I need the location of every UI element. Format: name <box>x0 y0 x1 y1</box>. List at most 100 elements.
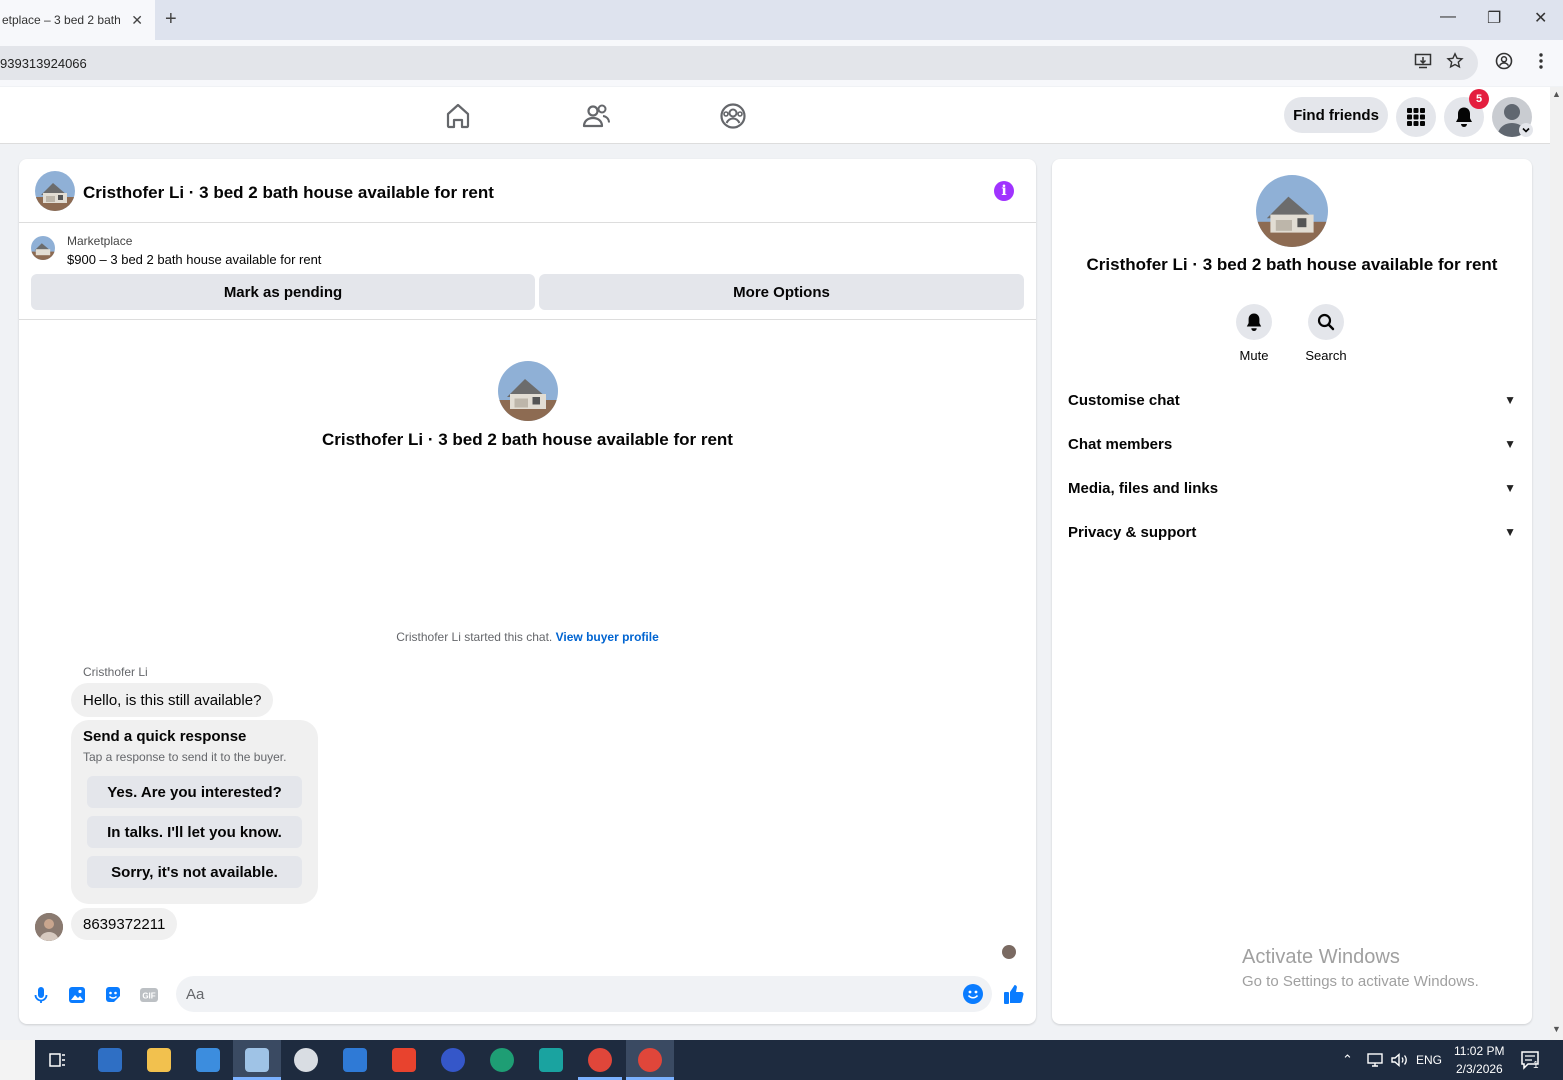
search-button[interactable]: Search <box>1296 304 1356 363</box>
message-bubble[interactable]: 8639372211 <box>71 908 178 940</box>
computer-app-icon[interactable] <box>98 1048 122 1072</box>
chat-header: Cristhofer Li · 3 bed 2 bath house avail… <box>19 159 1036 223</box>
sender-avatar[interactable] <box>35 913 63 941</box>
sender-name: Cristhofer Li <box>83 665 148 679</box>
sticker-icon[interactable] <box>103 985 123 1005</box>
chat-members-section[interactable]: Chat members ▼ <box>1068 432 1516 456</box>
activate-windows-watermark: Activate Windows Go to Settings to activ… <box>1242 946 1479 990</box>
section-label: Chat members <box>1068 435 1173 453</box>
new-tab-button[interactable]: + <box>165 8 177 31</box>
chat-details-panel: Cristhofer Li · 3 bed 2 bath house avail… <box>1052 159 1532 1024</box>
close-window-icon[interactable]: ✕ <box>1534 8 1547 28</box>
watermark-line-1: Activate Windows <box>1242 946 1400 968</box>
person-photo-icon <box>35 913 63 941</box>
menu-grid-icon <box>1407 108 1425 126</box>
conversation-title: Cristhofer Li · 3 bed 2 bath house avail… <box>322 430 733 449</box>
details-avatar <box>1256 175 1328 247</box>
paint-app-icon[interactable] <box>294 1048 318 1072</box>
house-photo-icon <box>35 171 75 211</box>
quick-response-option[interactable]: Yes. Are you interested? <box>87 776 302 808</box>
clock-time[interactable]: 11:02 PM <box>1454 1044 1504 1058</box>
language-indicator[interactable]: ENG <box>1416 1053 1442 1067</box>
privacy-support-section[interactable]: Privacy & support ▼ <box>1068 520 1516 544</box>
svg-text:GIF: GIF <box>142 992 155 1001</box>
quick-response-card: Send a quick response Tap a response to … <box>71 720 318 904</box>
details-title: Cristhofer Li · 3 bed 2 bath house avail… <box>1086 255 1498 274</box>
photo-icon[interactable] <box>67 985 87 1005</box>
house-photo-large-icon <box>498 361 558 421</box>
watermark-line-2: Go to Settings to activate Windows. <box>1242 973 1479 990</box>
microphone-icon[interactable] <box>31 985 51 1005</box>
clock-date[interactable]: 2/3/2026 <box>1456 1062 1503 1076</box>
bookmark-star-icon[interactable] <box>1446 52 1464 70</box>
info-icon[interactable]: i <box>994 181 1014 201</box>
listing-thumbnail[interactable] <box>31 236 55 260</box>
minimize-icon[interactable]: — <box>1440 8 1456 26</box>
quick-response-option[interactable]: In talks. I'll let you know. <box>87 816 302 848</box>
file-explorer-icon[interactable] <box>147 1048 171 1072</box>
find-friends-button[interactable]: Find friends <box>1284 97 1388 133</box>
message-composer[interactable] <box>176 976 992 1012</box>
divider <box>19 319 1036 320</box>
windows-taskbar: ⌃ ENG 11:02 PM 2/3/2026 1 <box>0 1040 1563 1080</box>
listing-summary[interactable]: $900 – 3 bed 2 bath house available for … <box>67 252 321 267</box>
profile-icon[interactable] <box>1495 52 1513 70</box>
bell-icon <box>1456 107 1472 127</box>
browser-app-icon[interactable] <box>441 1048 465 1072</box>
browser-tab[interactable]: etplace – 3 bed 2 bath ✕ <box>0 0 155 40</box>
app-s-icon[interactable] <box>539 1048 563 1072</box>
home-icon[interactable] <box>443 101 473 131</box>
menu-button[interactable] <box>1396 97 1436 137</box>
chrome-icon[interactable] <box>588 1048 612 1072</box>
mark-as-pending-button[interactable]: Mark as pending <box>31 274 535 310</box>
task-view-icon[interactable] <box>48 1051 68 1069</box>
volume-icon[interactable] <box>1390 1052 1408 1068</box>
scroll-up-icon[interactable]: ▲ <box>1552 89 1561 99</box>
tray-chevron-up-icon[interactable]: ⌃ <box>1342 1052 1353 1068</box>
browser-menu-icon[interactable] <box>1536 52 1546 70</box>
quick-response-subtitle: Tap a response to send it to the buyer. <box>83 750 287 764</box>
quick-response-title: Send a quick response <box>83 728 247 745</box>
browser-tab-bar: etplace – 3 bed 2 bath ✕ + — ❐ ✕ <box>0 0 1563 40</box>
chat-title: Cristhofer Li · 3 bed 2 bath house avail… <box>83 183 494 202</box>
seen-indicator-avatar <box>1002 945 1016 959</box>
chevron-down-icon: ▼ <box>1504 437 1516 451</box>
mail-icon[interactable] <box>343 1048 367 1072</box>
page-scrollbar[interactable]: ▲ ▼ <box>1550 87 1563 1040</box>
mute-bell-icon <box>1246 313 1262 331</box>
mute-button[interactable]: Mute <box>1224 304 1284 363</box>
groups-icon[interactable] <box>718 101 748 131</box>
message-bubble[interactable]: Hello, is this still available? <box>71 683 274 717</box>
friends-icon[interactable] <box>581 101 611 131</box>
emoji-icon[interactable] <box>963 984 983 1004</box>
edge-icon[interactable] <box>490 1048 514 1072</box>
search-label: Search <box>1305 348 1347 363</box>
chat-start-text: Cristhofer Li started this chat. <box>396 630 553 644</box>
media-files-links-section[interactable]: Media, files and links ▼ <box>1068 476 1516 500</box>
url-field[interactable]: 939313924066 <box>0 46 1478 80</box>
customise-chat-section[interactable]: Customise chat ▼ <box>1068 388 1516 412</box>
more-options-button[interactable]: More Options <box>539 274 1024 310</box>
chrome-profile-icon[interactable] <box>638 1048 662 1072</box>
gif-icon[interactable]: GIF <box>139 985 159 1005</box>
message-input[interactable] <box>186 976 946 1012</box>
facebook-top-nav: Find friends <box>0 87 1550 144</box>
anydesk-icon[interactable] <box>392 1048 416 1072</box>
conversation-avatar <box>498 361 558 421</box>
chat-avatar[interactable] <box>35 171 75 211</box>
close-tab-icon[interactable]: ✕ <box>131 12 143 29</box>
account-chevron-icon[interactable] <box>1519 123 1533 137</box>
microsoft-store-icon[interactable] <box>196 1048 220 1072</box>
restore-icon[interactable]: ❐ <box>1487 8 1501 28</box>
quick-response-option[interactable]: Sorry, it's not available. <box>87 856 302 888</box>
install-app-icon[interactable] <box>1414 52 1432 70</box>
mute-label: Mute <box>1239 348 1269 363</box>
network-icon[interactable] <box>1366 1052 1384 1068</box>
scroll-down-icon[interactable]: ▼ <box>1552 1024 1561 1034</box>
search-icon <box>1317 313 1335 331</box>
house-photo-details-icon <box>1256 175 1328 247</box>
start-area[interactable] <box>0 1040 35 1080</box>
photos-app-icon[interactable] <box>245 1048 269 1072</box>
view-buyer-profile-link[interactable]: View buyer profile <box>556 630 659 644</box>
thumbs-up-icon[interactable] <box>1002 982 1026 1006</box>
